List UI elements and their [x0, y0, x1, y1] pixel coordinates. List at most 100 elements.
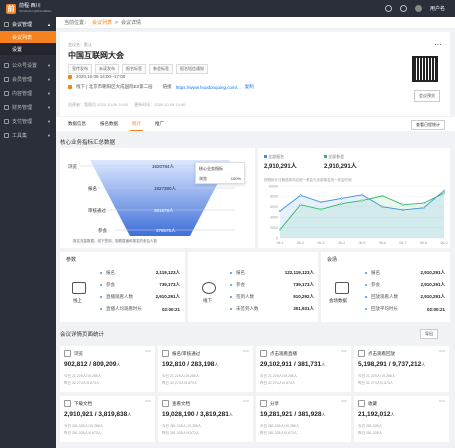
x-tick-label: 06-8	[420, 241, 427, 245]
y-tick-label: 0	[276, 236, 278, 240]
mini-card-label: 查看文档	[172, 400, 190, 406]
mini-card-label: 浏览	[74, 350, 83, 356]
data-point	[319, 208, 323, 211]
stat-mini-card: 点击观看直播 ⋯ 29,102,911 / 381,731人 今日 21,229人/1…	[256, 346, 351, 392]
sidebar-group-tools[interactable]: 工具集 ▼	[0, 128, 56, 142]
bullet-icon	[100, 284, 102, 286]
more-icon[interactable]: ⋯	[439, 348, 445, 355]
logo-sub: SICHUAN QIANCHENG	[19, 9, 52, 14]
sidebar-item-meeting-list[interactable]: 会议列表	[0, 31, 56, 43]
sidebar-group-wechat[interactable]: 公众号设置 ▼	[0, 58, 56, 72]
more-icon[interactable]: ⋯	[145, 348, 151, 355]
help-icon[interactable]	[399, 5, 407, 12]
mini-card-value: 19,028,190 / 3,819,281人	[162, 411, 233, 418]
stat-label: 签到人数	[236, 294, 254, 299]
more-icon[interactable]: ⋯	[243, 398, 249, 405]
creator-info: 创建者：管理员 2020.10.09 10:00	[68, 102, 129, 107]
data-point	[401, 203, 405, 206]
stat-label: 参会	[236, 282, 245, 287]
more-icon[interactable]: ⋯	[341, 398, 347, 405]
stat-label: 回放观看人数	[371, 294, 398, 299]
more-icon[interactable]: ⋯	[145, 398, 151, 405]
breadcrumb-link[interactable]: 会议列表	[92, 19, 112, 26]
chevron-down-icon: ▼	[47, 118, 51, 124]
meeting-link[interactable]: https://www.huodonquing.com/...	[176, 85, 241, 90]
more-icon[interactable]: ⋯	[434, 40, 442, 49]
sidebar-group-pay[interactable]: 支付管理 ▼	[0, 114, 56, 128]
funnel-label-approved: 审核通过	[88, 208, 106, 213]
stat-icon	[64, 350, 71, 357]
data-point	[442, 189, 446, 192]
qr-code	[412, 56, 438, 82]
tab-signup-data[interactable]: 报名数据	[98, 117, 120, 131]
sidebar-item-settings[interactable]: 设置	[0, 43, 56, 55]
sidebar-group-member[interactable]: 会员管理 ▼	[0, 72, 56, 86]
more-icon[interactable]: ⋯	[243, 348, 249, 355]
more-icon[interactable]: ⋯	[341, 348, 347, 355]
stat-label: 参会	[371, 282, 380, 287]
more-icon[interactable]: ⋯	[439, 398, 445, 405]
legend-attend-value: 2,910,291人	[324, 164, 357, 170]
mini-card-header: 报名/审核通过	[162, 350, 200, 357]
funnel-tooltip: 核心业务指标 浏览 100%	[195, 162, 245, 184]
export-button[interactable]: 导出	[420, 329, 438, 339]
top-bar: 前 前程·西川 SICHUAN QIANCHENG 用户名	[0, 0, 455, 17]
data-point	[340, 197, 343, 200]
tab-stats[interactable]: 统计	[130, 117, 143, 131]
monitor-icon	[72, 282, 86, 294]
sidebar-group-finance[interactable]: 财务管理 ▼	[0, 100, 56, 114]
meeting-title: 中国互联网大会	[68, 51, 124, 60]
meeting-place-row: 线下 | 北京市朝阳区大成国际E2第二层 链接 https://www.huod…	[68, 84, 254, 90]
tooltip-label: 浏览	[199, 176, 207, 181]
stat-mini-card: 收藏 ⋯ 21,192,012人 今日 281,028人 昨日 281,028人	[354, 396, 449, 442]
data-point	[360, 193, 364, 196]
bullet-icon	[100, 308, 102, 310]
sidebar-group-content[interactable]: 内容管理 ▼	[0, 86, 56, 100]
bullet-icon	[100, 272, 102, 274]
funnel-value-attend: 378575人	[156, 228, 176, 233]
mini-card-yesterday: 昨日 281,028人/9,673人	[162, 431, 200, 435]
username[interactable]: 用户名	[430, 5, 445, 12]
bell-icon[interactable]	[384, 5, 392, 12]
x-tick-label: 06-6	[379, 241, 386, 245]
sidebar-group-meeting[interactable]: 会议管理 ▲	[0, 17, 56, 31]
meeting-time-row: 2020.10.09 14:00--17:00	[68, 74, 125, 79]
mini-card-header: 点击观看回放	[358, 350, 395, 357]
meeting-footer: 创建者：管理员 2020.10.09 10:00 更新时间：2020.10.09…	[68, 102, 185, 108]
stat-row: 直播人均观看时长 02:00:21	[100, 306, 180, 312]
data-point	[299, 203, 302, 206]
stat-value: 02:00:21	[161, 306, 180, 312]
logo[interactable]: 前 前程·西川 SICHUAN QIANCHENG	[0, 0, 56, 17]
legend-attend-label: 全部参会	[324, 154, 357, 160]
breadcrumb-current: 会议详情	[120, 20, 141, 26]
copy-link-button[interactable]: 复制	[245, 84, 254, 90]
stat-icon	[64, 400, 71, 407]
stat-mini-card: 查看文档 ⋯ 19,028,190 / 3,819,281人 今日 281,028人/…	[158, 396, 253, 442]
bullet-icon	[100, 296, 102, 298]
tooltip-title: 核心业务指标	[199, 166, 223, 171]
mini-card-value: 5,198,291 / 9,737,212人	[358, 361, 426, 368]
preview-button[interactable]: 会议预览	[414, 90, 440, 102]
tag: 参会标签	[149, 64, 173, 74]
bullet-icon	[365, 308, 367, 310]
tag-list: 宣传发布 未读发布 报名标签 参会标签 报名短信通知	[68, 64, 208, 74]
tab-data-info[interactable]: 数据信息	[66, 117, 88, 131]
tool-icon	[4, 132, 9, 138]
stat-label: 报名	[236, 270, 245, 275]
avatar[interactable]	[414, 5, 422, 12]
sidebar-group-label: 财务管理	[12, 104, 33, 111]
mini-card-header: 分享	[260, 400, 279, 407]
card-icon	[4, 118, 9, 124]
y-tick-label: 8000	[270, 195, 278, 199]
chevron-down-icon: ▼	[47, 132, 51, 138]
data-point	[381, 194, 384, 198]
stat-icon	[260, 400, 267, 407]
tab-promo[interactable]: 推广	[153, 117, 166, 131]
stat-label: 直播人均观看时长	[106, 306, 142, 311]
person-icon	[202, 282, 216, 294]
line-chart: 0 2000 4000 6000 8000 10000 06-1 06-2 06-3 06-4 06…	[268, 184, 447, 245]
stat-value: 02:00:21	[426, 306, 445, 312]
stat-mini-card: 分享 ⋯ 19,281,921 / 381,928人 今日 281,028人/19,2…	[256, 396, 351, 442]
mini-card-today: 今日 281,028人/19,286人	[260, 424, 300, 428]
schedule-stats-button[interactable]: 查看日程统计	[411, 120, 445, 130]
